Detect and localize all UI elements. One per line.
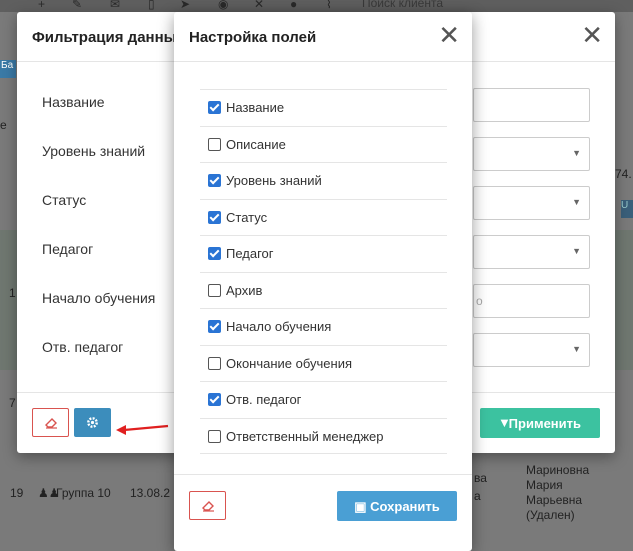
bg-fragment-74: 74. [615, 167, 632, 181]
field-checkbox[interactable] [208, 356, 221, 370]
chevron-down-icon: ▼ [572, 344, 581, 354]
bg-fragment-1: 1 [9, 286, 16, 300]
field-settings-header: Настройка полей ✕ [174, 12, 472, 62]
filter-status-select[interactable]: ▼ [473, 186, 590, 220]
gear-icon [87, 417, 98, 428]
field-checkbox-list: Название Описание Уровень знаний Статус Педа… [200, 89, 447, 454]
chevron-down-icon: ▼ [572, 197, 581, 207]
field-option-label: Окончание обучения [226, 355, 353, 371]
bg-fragment-7: 7 [9, 396, 16, 410]
chat-icon: ◉ [218, 0, 229, 11]
filter-label-teacher: Педагог [42, 241, 94, 257]
top-toolbar: + ✎ ✉ ▯ ➤ ◉ ✕ ● ⌇ Поиск клиента [0, 0, 633, 12]
field-option-row[interactable]: Начало обучения [200, 308, 447, 345]
bg-teacher-line1: Мариновна [526, 463, 590, 477]
globe-icon: ● [290, 0, 298, 11]
field-checkbox[interactable] [208, 283, 221, 297]
field-option-label: Отв. педагог [226, 392, 302, 407]
field-checkbox[interactable] [208, 174, 221, 187]
date-placeholder: о [476, 294, 483, 308]
filter-modal-title: Фильтрация данных [32, 29, 185, 46]
field-settings-close-icon[interactable]: ✕ [438, 22, 460, 48]
floppy-icon: ▣ [354, 499, 371, 514]
field-checkbox[interactable] [208, 210, 221, 224]
chevron-down-icon: ▼ [572, 148, 581, 158]
field-settings-button[interactable] [74, 408, 111, 437]
filter-name-input[interactable] [473, 88, 590, 122]
filter-resp-teacher-select[interactable]: ▼ [473, 333, 590, 367]
bg-teacher-line4: (Удален) [526, 508, 575, 522]
vk-icon: ✕ [254, 0, 265, 11]
field-option-row[interactable]: Статус [200, 198, 447, 236]
field-checkbox[interactable] [208, 101, 221, 114]
bg-date: 13.08.2 [130, 486, 171, 500]
save-label: Сохранить [370, 499, 440, 514]
client-search-input[interactable]: Поиск клиента [362, 0, 482, 12]
field-option-label: Ответственный менеджер [226, 428, 384, 444]
bg-right-tag: U [621, 200, 633, 218]
filter-level-select[interactable]: ▼ [473, 137, 590, 171]
bg-teacher-line2: Мария [526, 478, 563, 492]
bg-row-number: 19 [10, 486, 24, 500]
field-option-row[interactable]: Ответственный менеджер [200, 417, 447, 454]
field-option-row[interactable]: Педагог [200, 235, 447, 272]
field-checkbox[interactable] [208, 247, 221, 260]
field-option-label: Архив [226, 282, 263, 298]
field-option-row[interactable]: Уровень знаний [200, 162, 447, 199]
eraser-icon [45, 418, 57, 429]
reset-fields-button[interactable] [189, 491, 226, 520]
filter-label-status: Статус [42, 192, 87, 208]
field-option-label: Начало обучения [226, 319, 332, 334]
wifi-icon: ⌇ [326, 0, 332, 11]
field-checkbox[interactable] [208, 320, 221, 333]
filter-label-start: Начало обучения [42, 290, 156, 306]
field-settings-modal: Настройка полей ✕ Название Описание Уровен… [174, 12, 472, 551]
filter-icon: ▼ [498, 415, 511, 430]
plus-icon: + [38, 0, 46, 11]
field-settings-title: Настройка полей [189, 29, 317, 46]
field-option-row[interactable]: Окончание обучения [200, 344, 447, 382]
bg-group-name: Группа 10 [56, 486, 111, 500]
bg-trunc-va: ва [474, 471, 487, 485]
bg-fragment-e: e [0, 118, 7, 132]
mail-icon: ✉ [110, 0, 121, 11]
wrench-icon: ✎ [72, 0, 83, 11]
save-fields-button[interactable]: ▣ Сохранить [337, 491, 457, 521]
eraser-icon [202, 501, 214, 512]
field-option-row[interactable]: Название [200, 89, 447, 126]
field-option-row[interactable]: Отв. педагог [200, 381, 447, 418]
bg-left-tag: Ба [0, 60, 16, 78]
chevron-down-icon: ▼ [572, 246, 581, 256]
field-checkbox[interactable] [208, 393, 221, 406]
field-checkbox[interactable] [208, 137, 221, 151]
field-option-label: Уровень знаний [226, 173, 322, 188]
field-checkbox[interactable] [208, 429, 221, 443]
field-option-label: Педагог [226, 246, 274, 261]
bg-teacher-line3: Марьевна [526, 493, 583, 507]
filter-label-resp-teacher: Отв. педагог [42, 339, 124, 355]
field-option-row[interactable]: Описание [200, 125, 447, 163]
send-icon: ➤ [180, 0, 191, 11]
filter-teacher-select[interactable]: ▼ [473, 235, 590, 269]
field-option-label: Название [226, 100, 285, 115]
apply-filter-button[interactable]: ▼ Применить [480, 408, 600, 438]
field-option-row[interactable]: Архив [200, 271, 447, 309]
filter-start-date-input[interactable]: о [473, 284, 590, 318]
apply-label: Применить [508, 416, 581, 431]
field-option-label: Описание [226, 136, 286, 152]
filter-label-level: Уровень знаний [42, 143, 146, 159]
red-arrow-annotation [116, 424, 169, 435]
clear-filter-button[interactable] [32, 408, 69, 437]
phone-icon: ▯ [148, 0, 155, 11]
field-option-label: Статус [226, 209, 268, 225]
bg-trunc-a: а [474, 489, 481, 503]
filter-modal-close-icon[interactable]: ✕ [581, 22, 603, 48]
filter-label-name: Название [42, 94, 105, 110]
